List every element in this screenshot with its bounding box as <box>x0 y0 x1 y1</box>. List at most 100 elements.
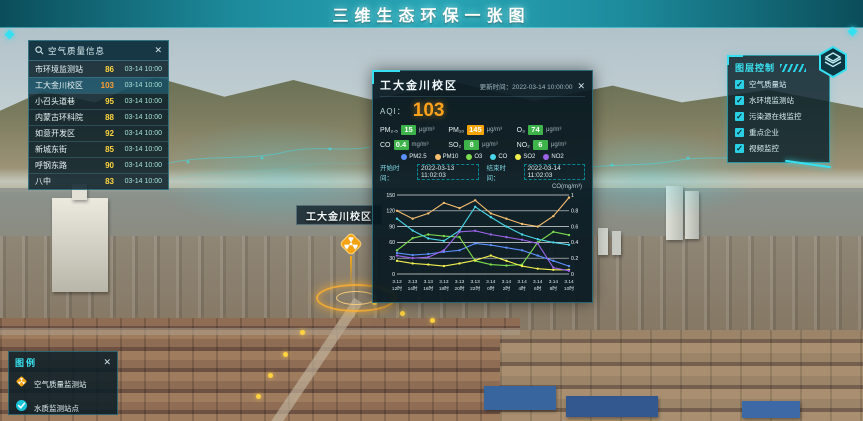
chart-legend-item[interactable]: SO2 <box>515 154 535 160</box>
x-axis-tick-hour: 4时 <box>518 285 526 292</box>
checkbox-checked-icon[interactable]: ✓ <box>735 96 744 105</box>
stripes-decor <box>780 64 806 72</box>
station-list-title: 空气质量信息 <box>48 45 150 57</box>
station-update-time: 03-14 10:00 <box>114 130 162 137</box>
chart-legend-item[interactable]: PM10 <box>435 154 459 160</box>
series-point <box>427 212 429 214</box>
series-point <box>396 218 398 220</box>
close-icon[interactable]: ✕ <box>103 358 111 367</box>
pollutant-unit: μg/m³ <box>487 127 502 133</box>
series-point <box>505 264 507 266</box>
series-point <box>411 229 413 231</box>
station-row[interactable]: 新城东街8503-14 10:00 <box>29 141 168 157</box>
end-time-label: 结束时间： <box>487 162 516 182</box>
right-axis-tick: 1 <box>571 193 574 199</box>
pollutant-cell: PM₂.₅15μg/m³ <box>380 125 448 135</box>
layer-item[interactable]: ✓ 视频监控 <box>735 143 822 154</box>
layer-item[interactable]: ✓空气质量站 <box>735 79 822 90</box>
pollutant-unit: μg/m³ <box>551 142 566 148</box>
left-axis-tick: 90 <box>389 224 395 230</box>
close-icon[interactable]: ✕ <box>577 82 585 91</box>
series-point <box>505 236 507 238</box>
checkbox-checked-icon[interactable]: ✓ <box>735 144 744 153</box>
station-row[interactable]: 小召头道巷9503-14 10:00 <box>29 93 168 109</box>
aqi-value: 103 <box>413 100 445 122</box>
map-legend-panel: 图例 ✕ 空气质量监测站水质监测站点 <box>8 351 118 415</box>
x-axis-tick-hour: 22时 <box>470 285 480 292</box>
pollutant-value-badge: 6 <box>533 140 548 150</box>
chart-legend-label: O3 <box>474 154 482 160</box>
series-point <box>443 265 445 267</box>
right-axis-tick: 0.6 <box>571 224 578 230</box>
series-point <box>411 262 413 264</box>
chart-legend-label: PM10 <box>443 154 459 160</box>
layer-panel-title: 图层控制 <box>735 61 775 74</box>
end-time-input[interactable]: 2022-03-14 11:02:03 <box>524 164 585 180</box>
map-legend-item: 水质监测站点 <box>15 399 111 417</box>
station-name: 如意开发区 <box>35 128 94 139</box>
air-station-marker-icon[interactable] <box>338 231 364 257</box>
legend-dot-icon <box>543 154 549 160</box>
checkbox-checked-icon[interactable]: ✓ <box>735 112 744 121</box>
popup-title: 工大金川校区 <box>380 77 458 93</box>
search-icon <box>35 46 44 55</box>
series-point <box>490 263 492 265</box>
layer-item[interactable]: ✓水环境监测站 <box>735 95 822 106</box>
legend-dot-icon <box>490 154 496 160</box>
pollutant-value-badge: 15 <box>401 125 416 135</box>
chart-legend: PM2.5 PM10 O3 CO SO2 NO2 <box>380 154 585 160</box>
checkbox-checked-icon[interactable]: ✓ <box>735 128 744 137</box>
pollutant-unit: μg/m³ <box>419 127 434 133</box>
road <box>0 328 520 335</box>
building <box>666 186 683 240</box>
station-aqi-value: 103 <box>94 81 114 90</box>
layer-item[interactable]: ✓污染源在线监控 <box>735 111 822 122</box>
station-aqi-value: 95 <box>94 97 114 106</box>
x-axis-tick-date: 3.14 <box>502 279 512 285</box>
station-update-time: 03-14 10:00 <box>114 114 162 121</box>
station-row[interactable]: 市环境监测站8603-14 10:00 <box>29 61 168 77</box>
series-point <box>474 259 476 261</box>
right-axis-tick: 0.2 <box>571 256 578 262</box>
station-row[interactable]: 如意开发区9203-14 10:00 <box>29 125 168 141</box>
station-name: 内蒙古环科院 <box>35 112 94 123</box>
station-row[interactable]: 工大金川校区10303-14 10:00 <box>29 77 168 93</box>
station-name: 市环境监测站 <box>35 64 94 75</box>
station-row[interactable]: 八中8303-14 10:00 <box>29 173 168 189</box>
legend-dot-icon <box>435 154 441 160</box>
layer-item-label: 视频监控 <box>749 143 779 154</box>
x-axis-tick-date: 3.14 <box>486 279 496 285</box>
layer-panel-titlebar: 图层控制 <box>735 61 822 74</box>
checkbox-checked-icon[interactable]: ✓ <box>735 80 744 89</box>
chart-legend-item[interactable]: NO2 <box>543 154 563 160</box>
pollutant-cell: CO0.4mg/m³ <box>380 140 448 150</box>
air-station-icon <box>15 375 28 393</box>
map-legend-label: 空气质量监测站 <box>34 379 87 390</box>
legend-dot-icon <box>466 154 472 160</box>
left-axis-tick: 150 <box>386 193 395 199</box>
series-point <box>443 240 445 242</box>
series-point <box>552 241 554 243</box>
pollutant-label: CO <box>380 142 391 149</box>
chart-legend-item[interactable]: O3 <box>466 154 482 160</box>
chart-legend-item[interactable]: PM2.5 <box>401 154 426 160</box>
close-icon[interactable]: ✕ <box>154 46 162 55</box>
series-point <box>474 242 476 244</box>
station-name: 呼钢东路 <box>35 160 94 171</box>
map-station-label[interactable]: 工大金川校区 <box>296 205 382 225</box>
left-axis-tick: 60 <box>389 240 395 246</box>
series-point <box>396 252 398 254</box>
start-time-input[interactable]: 2022-03-13 11:02:03 <box>417 164 478 180</box>
layers-hexagon-icon[interactable] <box>816 45 850 79</box>
station-row[interactable]: 呼钢东路9003-14 10:00 <box>29 157 168 173</box>
series-point <box>505 246 507 248</box>
layer-item[interactable]: ✓重点企业 <box>735 127 822 138</box>
marker-ground-ring <box>336 291 376 305</box>
station-row[interactable]: 内蒙古环科院8803-14 10:00 <box>29 109 168 125</box>
series-point <box>505 218 507 220</box>
x-axis-tick-hour: 0时 <box>487 285 495 292</box>
left-axis-tick: 0 <box>392 272 395 278</box>
station-list-header: 空气质量信息 ✕ <box>29 41 168 61</box>
chart-legend-item[interactable]: CO <box>490 154 507 160</box>
building <box>685 191 699 239</box>
